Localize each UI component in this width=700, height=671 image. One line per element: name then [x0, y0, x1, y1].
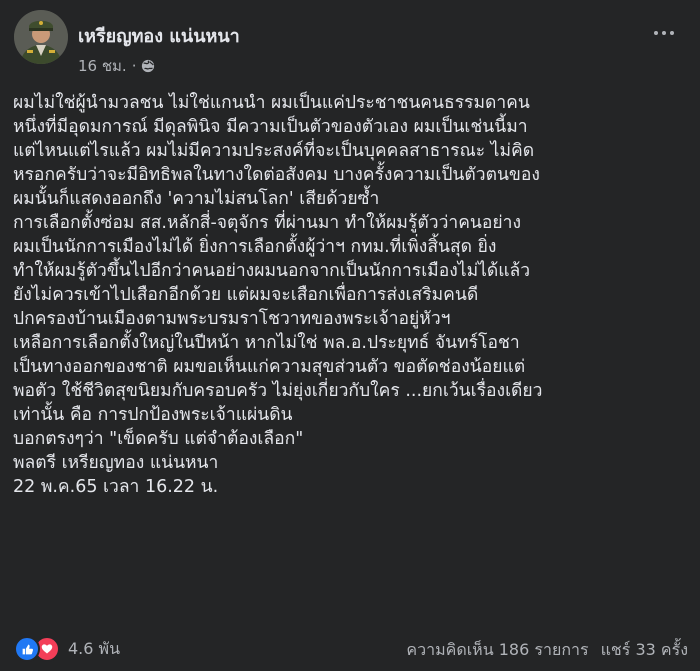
- post-line: 22 พ.ค.65 เวลา 16.22 น.: [13, 477, 219, 497]
- more-options-icon[interactable]: [652, 28, 676, 38]
- author-name[interactable]: เหรียญทอง แน่นหนา: [78, 21, 240, 50]
- avatar-portrait: [14, 10, 68, 64]
- post-stats: ความคิดเห็น 186 รายการ แชร์ 33 ครั้ง: [406, 638, 688, 663]
- facebook-post: เหรียญทอง แน่นหนา 16 ชม. · ผมไม่ใช่ผู้นำ…: [0, 0, 700, 671]
- post-body: ผมไม่ใช่ผู้นำมวลชน ไม่ใช่แกนนำ ผมเป็นแค่…: [13, 91, 695, 499]
- post-time[interactable]: 16 ชม.: [78, 54, 127, 78]
- post-line: พอตัว ใช้ชีวิตสุขนิยมกับครอบครัว ไม่ยุ่ง…: [13, 381, 543, 401]
- like-icon: [14, 636, 40, 662]
- post-line: การเลือกตั้งซ่อม สส.หลักสี่-จตุจักร ที่ผ…: [13, 213, 522, 233]
- post-line: แต่ไหนแต่ไรแล้ว ผมไม่มีความประสงค์ที่จะเ…: [13, 141, 535, 161]
- post-line: ผมเป็นนักการเมืองไม่ได้ ยิ่งการเลือกตั้ง…: [13, 237, 497, 257]
- post-line: หนึ่งที่มีอุดมการณ์ มีดุลพินิจ มีความเป็…: [13, 117, 528, 137]
- post-line: ยังไม่ควรเข้าไปเสือกอีกด้วย แต่ผมจะเสือก…: [13, 285, 479, 305]
- meta-separator: ·: [131, 57, 137, 75]
- shares-count[interactable]: แชร์ 33 ครั้ง: [601, 638, 688, 663]
- post-line: ผมนั้นก็แสดงออกถึง 'ความไม่สนโลก' เสียด้…: [13, 189, 380, 209]
- post-header: เหรียญทอง แน่นหนา 16 ชม. ·: [14, 10, 686, 75]
- post-line: เหลือการเลือกตั้งใหญ่ในปีหน้า หากไม่ใช่ …: [13, 333, 520, 353]
- reactions-summary[interactable]: 4.6 พัน: [14, 636, 120, 662]
- post-meta: 16 ชม. ·: [78, 54, 155, 78]
- post-line: ทำให้ผมรู้ตัวขึ้นไปอีกว่าคนอย่างผมนอกจาก…: [13, 261, 531, 281]
- more-dot: [654, 31, 658, 35]
- more-dot: [662, 31, 666, 35]
- post-line: บอกตรงๆว่า "เข็ดครับ แต่จำต้องเลือก": [13, 429, 304, 449]
- globe-icon[interactable]: [141, 59, 155, 73]
- post-line: ผมไม่ใช่ผู้นำมวลชน ไม่ใช่แกนนำ ผมเป็นแค่…: [13, 93, 530, 113]
- post-footer: 4.6 พัน ความคิดเห็น 186 รายการ แชร์ 33 ค…: [14, 636, 688, 664]
- reaction-count: 4.6 พัน: [68, 638, 121, 658]
- post-line: พลตรี เหรียญทอง แน่นหนา: [13, 453, 219, 473]
- author-avatar[interactable]: [14, 10, 68, 64]
- post-line: เป็นทางออกของชาติ ผมขอเห็นแก่ความสุขส่วน…: [13, 357, 526, 377]
- post-line: หรอกครับว่าจะมีอิทธิพลในทางใดต่อสังคม บา…: [13, 165, 540, 185]
- comments-count[interactable]: ความคิดเห็น 186 รายการ: [406, 638, 588, 663]
- post-line: ปกครองบ้านเมืองตามพระบรมราโชวาทของพระเจ้…: [13, 309, 451, 329]
- post-line: เท่านั้น คือ การปกป้องพระเจ้าแผ่นดิน: [13, 405, 293, 425]
- more-dot: [670, 31, 674, 35]
